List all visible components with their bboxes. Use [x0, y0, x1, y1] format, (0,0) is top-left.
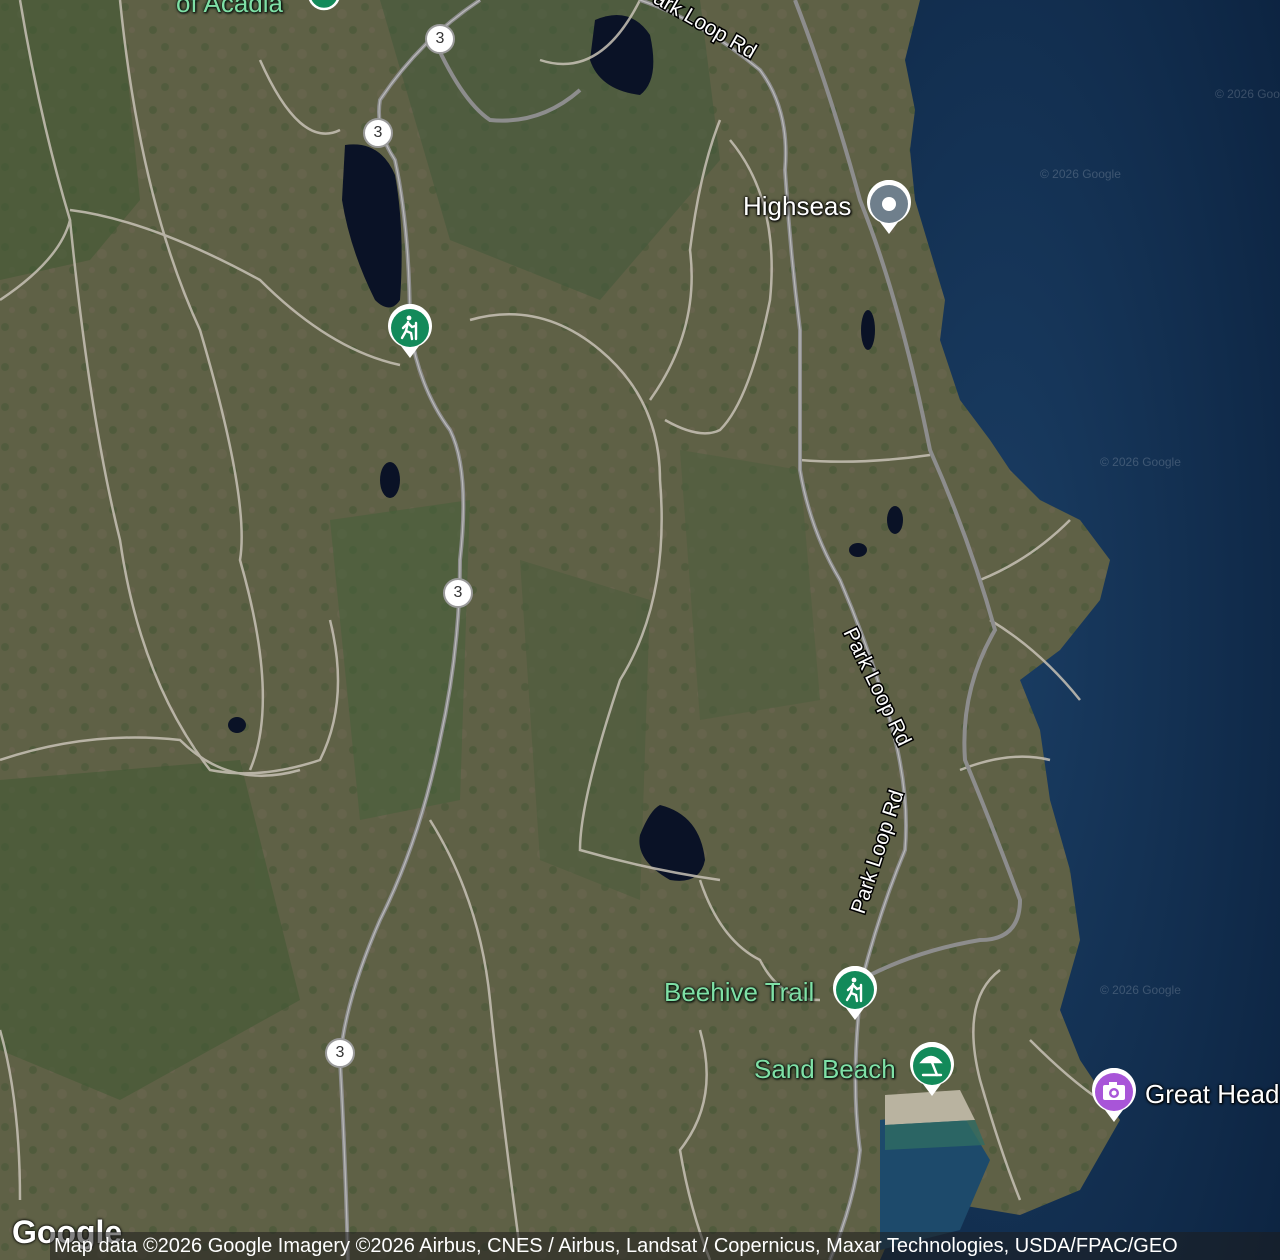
route-3-shield: 3	[443, 578, 473, 608]
hiking-marker-top[interactable]	[306, 0, 342, 14]
svg-text:© 2026 Google: © 2026 Google	[1100, 983, 1181, 997]
route-number: 3	[335, 1044, 345, 1061]
map-canvas[interactable]: © 2026 Google © 2026 Google © 2026 Googl…	[0, 0, 1280, 1260]
hiking-icon[interactable]	[830, 966, 880, 1022]
svg-text:© 2026 Google: © 2026 Google	[1040, 167, 1121, 181]
route-number: 3	[453, 584, 463, 601]
map-attribution: Map data ©2026 Google Imagery ©2026 Airb…	[50, 1232, 1280, 1260]
route-number: 3	[435, 30, 445, 47]
hiking-icon[interactable]	[385, 304, 435, 360]
svg-text:© 2026 Google: © 2026 Google	[1100, 455, 1181, 469]
route-3-shield: 3	[363, 118, 393, 148]
beach-icon[interactable]	[907, 1042, 957, 1098]
camera-icon[interactable]	[1089, 1068, 1139, 1124]
route-3-shield: 3	[325, 1038, 355, 1068]
route-number: 3	[373, 124, 383, 141]
place-pin-icon[interactable]	[864, 180, 914, 236]
shallow-water	[885, 1120, 985, 1150]
route-3-shield: 3	[425, 24, 455, 54]
svg-text:© 2026 Google: © 2026 Google	[1215, 87, 1280, 101]
